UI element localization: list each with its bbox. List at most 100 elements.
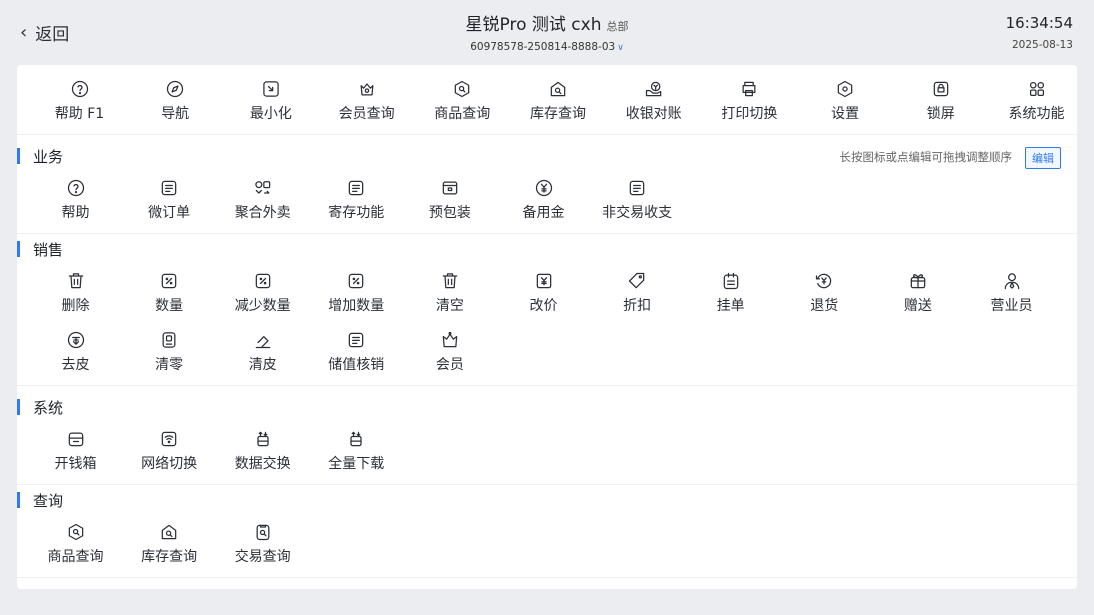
system-item-label: 数据交换	[234, 456, 291, 472]
clock-date: 2025-08-13	[1011, 39, 1073, 51]
sales-item-label: 减少数量	[234, 298, 291, 314]
chevron-down-icon: ∨	[617, 43, 624, 53]
sales-item-button[interactable]: 储值核销	[310, 330, 403, 374]
sales-item-button[interactable]: 挂单	[684, 271, 777, 315]
store-tag: 总部	[606, 20, 629, 33]
stored-value-icon	[349, 332, 364, 348]
sales-item-button[interactable]: 去皮	[29, 330, 122, 374]
system-item-button[interactable]: 开钱箱	[29, 429, 122, 473]
sales-item-label: 赠送	[903, 298, 932, 314]
toolbar-item-button[interactable]: 系统功能	[990, 79, 1083, 123]
business-item-button[interactable]: 备用金	[497, 178, 590, 222]
toolbar-item-button[interactable]: 导航	[129, 79, 222, 123]
system-item-button[interactable]: 全量下载	[310, 429, 403, 473]
business-item-button[interactable]: 寄存功能	[310, 178, 403, 222]
sales-item-button[interactable]: 删除	[29, 271, 122, 315]
sales-item-button[interactable]: 退货	[778, 271, 871, 315]
stock-query-icon	[161, 524, 177, 540]
business-item-label: 非交易收支	[602, 205, 673, 221]
sales-item-label: 会员	[435, 357, 464, 373]
toolbar-divider	[17, 134, 1077, 135]
system-item-button[interactable]: 数据交换	[216, 429, 309, 473]
eraser-icon	[255, 336, 270, 349]
business-item-button[interactable]: 微订单	[123, 178, 216, 222]
sales-item-label: 清空	[435, 298, 464, 314]
system-item-button[interactable]: 网络切换	[123, 429, 216, 473]
toolbar-item-label: 导航	[161, 106, 190, 122]
query-item-label: 商品查询	[47, 549, 104, 565]
sales-item-button[interactable]: 营业员	[965, 271, 1058, 315]
toolbar-item-label: 会员查询	[338, 106, 395, 122]
hold-order-icon	[723, 272, 738, 290]
sales-item-button[interactable]: 清零	[123, 330, 216, 374]
sales-item-button[interactable]: 增加数量	[310, 271, 403, 315]
sales-item-button[interactable]: 清空	[403, 271, 496, 315]
store-title-block: 星锐Pro 测试 cxh 总部 60978578-250814-8888-03 ∨	[0, 10, 1094, 53]
business-item-label: 帮助	[61, 205, 90, 221]
section-divider	[17, 577, 1077, 578]
sales-item-label: 储值核销	[328, 357, 385, 373]
ledger-icon	[629, 180, 645, 196]
tare-icon	[67, 331, 84, 349]
sales-item-button[interactable]: 清皮	[216, 330, 309, 374]
sales-item-label: 折扣	[623, 298, 652, 314]
toolbar-item-button[interactable]: 打印切换	[703, 79, 796, 123]
system-item-label: 网络切换	[141, 456, 198, 472]
section-title: 业务	[33, 147, 64, 166]
device-selector[interactable]: 60978578-250814-8888-03 ∨	[0, 41, 1094, 53]
toolbar-item-button[interactable]: 会员查询	[320, 79, 413, 123]
sales-item-button[interactable]: 减少数量	[216, 271, 309, 315]
settings-icon	[837, 80, 853, 98]
sales-item-button[interactable]: 改价	[497, 271, 590, 315]
business-item-button[interactable]: 非交易收支	[591, 178, 684, 222]
business-item-label: 寄存功能	[328, 205, 385, 221]
help-icon	[71, 80, 88, 98]
lock-screen-icon	[933, 81, 949, 97]
toolbar-item-button[interactable]: 最小化	[224, 79, 317, 123]
business-item-button[interactable]: 聚合外卖	[216, 178, 309, 222]
business-item-label: 聚合外卖	[234, 205, 291, 221]
query-item-button[interactable]: 库存查询	[123, 522, 216, 566]
top-bar: ‹ 返回 星锐Pro 测试 cxh 总部 60978578-250814-8888…	[0, 0, 1094, 64]
data-exchange-icon	[257, 431, 269, 447]
query-item-button[interactable]: 交易查询	[216, 522, 309, 566]
toolbar-item-label: 收银对账	[625, 106, 682, 122]
compass-icon	[167, 80, 184, 98]
sales-item-label: 数量	[155, 298, 184, 314]
section-accent-bar	[17, 241, 20, 257]
sales-item-button[interactable]: 折扣	[591, 271, 684, 315]
toolbar-item-button[interactable]: 收银对账	[607, 79, 700, 123]
toolbar-item-button[interactable]: 库存查询	[512, 79, 605, 123]
function-panel: 长按图标或点编辑可拖拽调整顺序 编辑 帮助 F1 导航 最小化 会员查询 商品查询 库存查…	[17, 65, 1077, 589]
system-item-label: 开钱箱	[54, 456, 97, 472]
crown-icon	[442, 331, 458, 348]
business-item-button[interactable]: 帮助	[29, 178, 122, 222]
minimize-icon	[263, 81, 279, 97]
edit-button[interactable]: 编辑	[1025, 147, 1061, 169]
toolbar-item-button[interactable]: 帮助 F1	[33, 79, 126, 123]
sales-item-button[interactable]: 赠送	[871, 271, 964, 315]
section-accent-bar	[17, 399, 20, 415]
business-item-button[interactable]: 预包装	[403, 178, 496, 222]
product-query-icon	[455, 80, 470, 98]
system-item-label: 全量下载	[328, 456, 385, 472]
trash-icon	[68, 273, 83, 289]
package-icon	[442, 181, 458, 195]
section-divider	[17, 484, 1077, 485]
sales-item-button[interactable]: 数量	[123, 271, 216, 315]
sales-item-button[interactable]: 会员	[403, 330, 496, 374]
section-accent-bar	[17, 492, 20, 508]
sales-item-label: 增加数量	[328, 298, 385, 314]
store-title: 星锐Pro 测试 cxh 总部	[0, 10, 1094, 35]
toolbar-item-label: 商品查询	[434, 106, 491, 122]
business-item-label: 备用金	[522, 205, 565, 221]
query-item-button[interactable]: 商品查询	[29, 522, 122, 566]
device-id: 60978578-250814-8888-03	[470, 41, 616, 53]
toolbar-item-button[interactable]: 设置	[799, 79, 892, 123]
apps-icon	[1029, 81, 1044, 97]
section-divider	[17, 385, 1077, 386]
toolbar-item-label: 最小化	[249, 106, 292, 122]
sales-item-label: 清零	[155, 357, 184, 373]
toolbar-item-button[interactable]: 商品查询	[416, 79, 509, 123]
toolbar-item-button[interactable]: 锁屏	[894, 79, 987, 123]
